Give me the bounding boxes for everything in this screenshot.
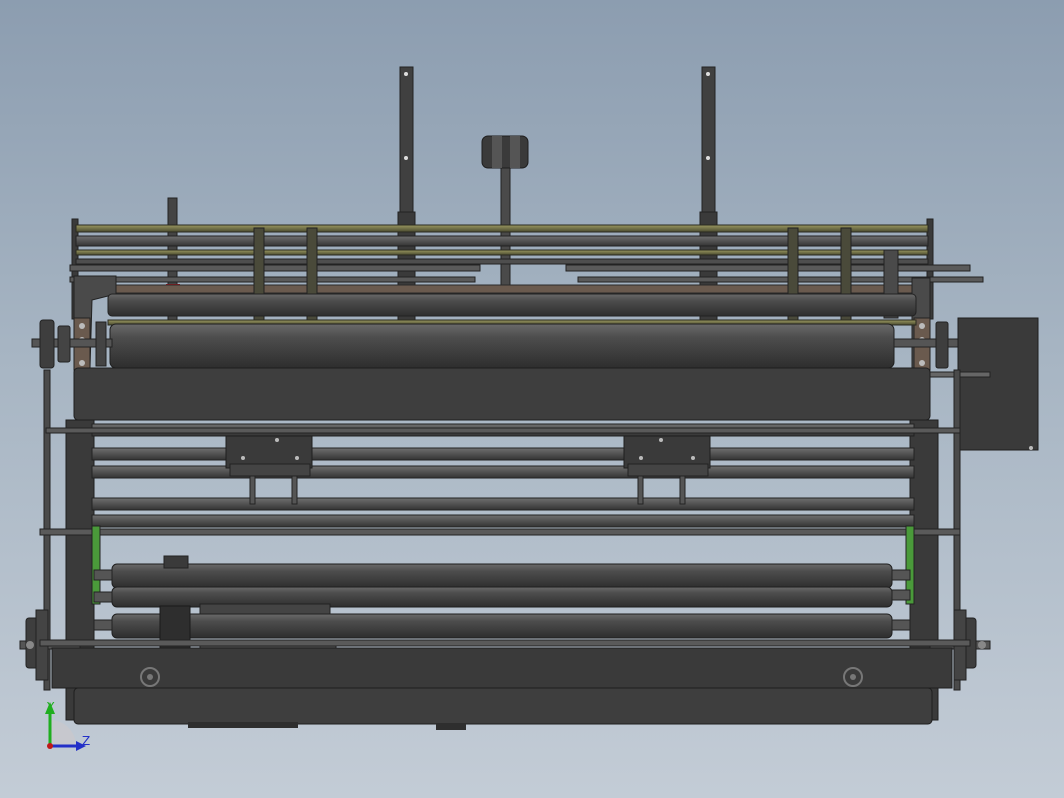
mid-bar-2 [91,447,915,461]
machine-model [19,66,1039,751]
top-guide-wheel [481,135,529,289]
mid-rod-upper [45,427,961,434]
main-roller [109,323,895,369]
mid-bar-3 [91,465,915,479]
knife-holder-right [623,435,711,505]
upright-post-right [699,66,718,323]
triad-z-label: Z [82,734,91,748]
machine-base [51,647,953,730]
lower-roller-1 [111,563,893,589]
mid-bar-5 [91,514,915,528]
cad-viewport[interactable]: Y Z [0,0,1064,798]
mid-bar-4 [91,497,915,511]
upper-roller-1 [107,293,917,317]
triad-y-label: Y [47,700,55,714]
bottom-rod [39,639,971,647]
mid-rod-long [39,528,961,536]
lower-roller-3 [111,613,893,639]
knife-holder-left [225,435,313,505]
upright-post-left [397,66,416,323]
